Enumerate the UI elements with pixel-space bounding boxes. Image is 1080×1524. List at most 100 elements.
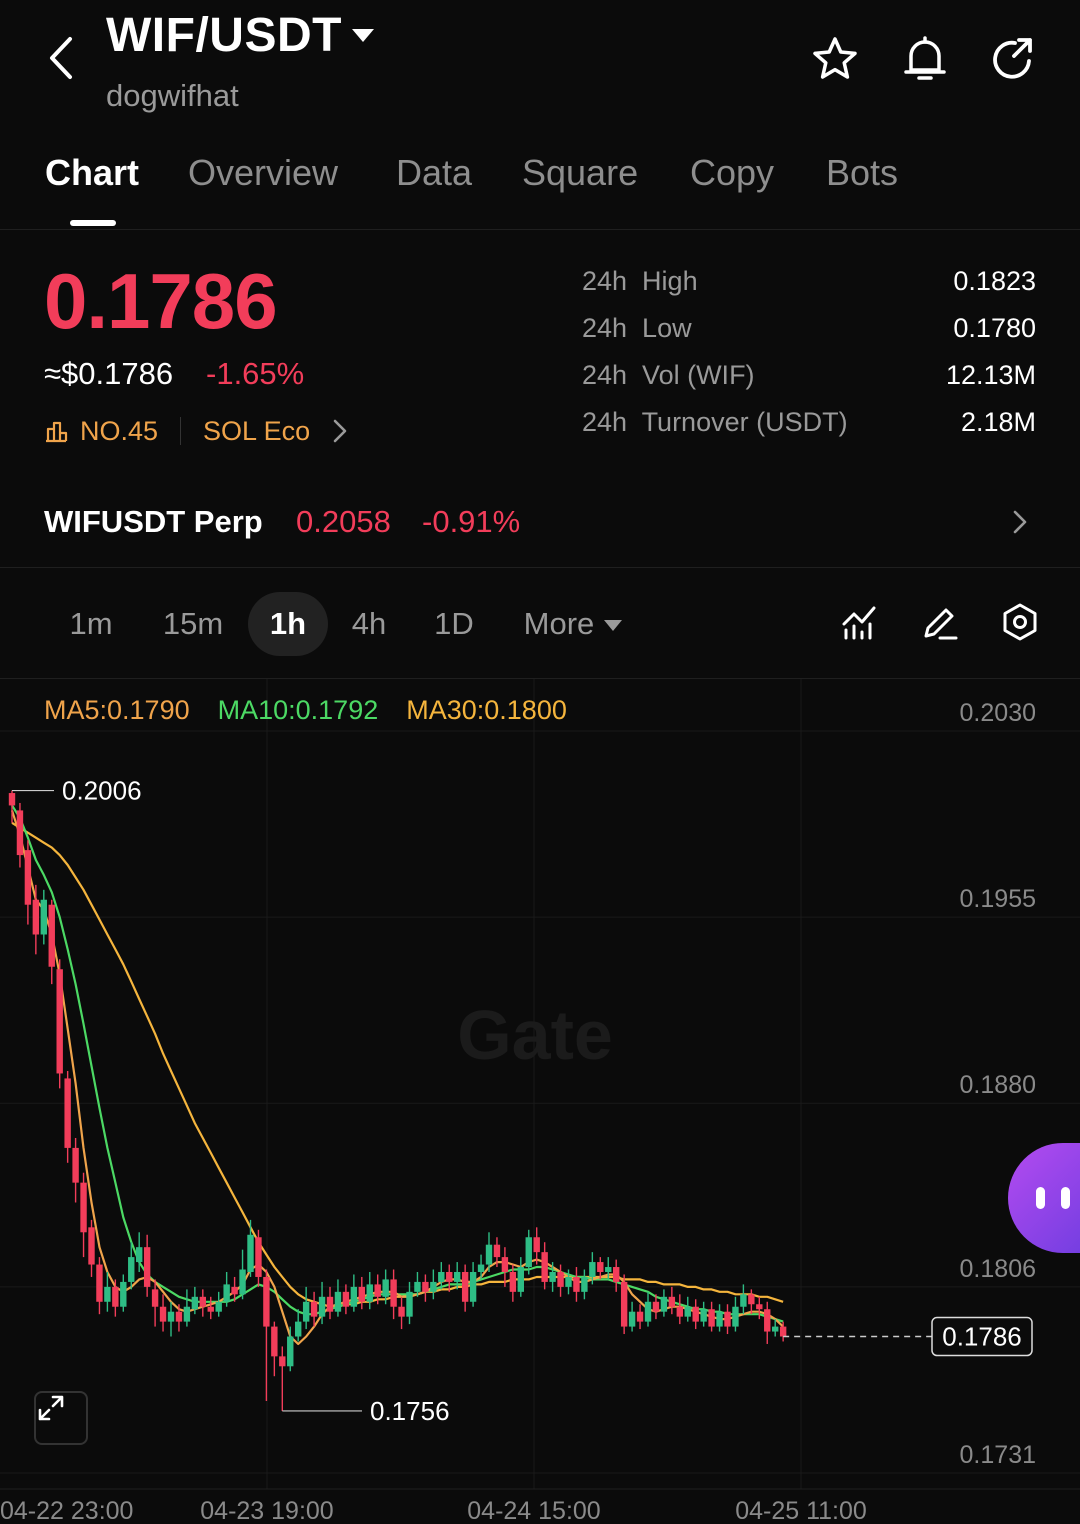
share-button[interactable] [988,34,1038,84]
perp-price: 0.2058 [296,504,391,539]
candle-down [620,1281,628,1327]
candle-down [80,1182,87,1233]
candle-up [485,1244,493,1265]
candle-down [676,1306,683,1317]
bar-chart-rank-icon [46,421,68,443]
candle-up [191,1296,199,1310]
candle-down [374,1284,381,1297]
candle-up [644,1301,652,1322]
candle-down [501,1257,509,1272]
stat-label: 24h Turnover (USDT) [582,407,848,437]
indicators-button[interactable] [838,600,882,644]
interval-more-dropdown[interactable]: More [510,592,636,656]
interval-1m[interactable]: 1m [52,592,130,656]
candle-up [525,1237,532,1268]
ma-legend: MA5:0.1790 MA10:0.1792 MA30:0.1800 [44,695,567,726]
candle-down [32,899,40,935]
candle-down [541,1252,548,1282]
candle-up [740,1294,747,1307]
candlestick-chart[interactable]: Gate 0.2006 0.1756 0.1786 0.2030 0.1955 0.18… [0,679,1080,1524]
market-cap-rank[interactable]: NO.45 [80,416,158,447]
candle-up [128,1257,135,1282]
y-tick-label: 0.1955 [960,885,1036,913]
interval-1h[interactable]: 1h [248,592,328,656]
candle-down [461,1271,469,1302]
x-tick-label: 04-23 19:00 [200,1497,333,1524]
candle-down [613,1267,620,1282]
candle-down [446,1271,453,1282]
low-marker-label: 0.1756 [370,1396,450,1426]
candle-up [334,1291,342,1312]
perp-link-row[interactable]: WIFUSDT Perp 0.2058 -0.91% [0,488,1080,568]
candle-up [700,1309,707,1322]
interval-15m[interactable]: 15m [150,592,236,656]
header: WIF/USDT dogwifhat [0,0,1080,130]
candle-up [40,899,47,935]
tab-copy[interactable]: Copy [690,152,774,194]
kline-chart[interactable]: Gate 0.2006 0.1756 0.1786 0.2030 0.1955 0.18… [0,678,1080,1524]
candle-down [64,1078,71,1148]
moving-average-lines [10,804,784,1346]
tab-bots[interactable]: Bots [826,152,898,194]
y-tick-label: 0.2030 [960,699,1036,727]
ma5-value: MA5:0.1790 [44,695,190,725]
candle-up [136,1247,143,1263]
candle-up [469,1271,477,1302]
candle-down [342,1291,350,1307]
candle-down [72,1147,79,1183]
stat-label: 24h Low [582,313,692,343]
candle-down [748,1294,755,1305]
candle-up [684,1306,691,1317]
interval-4h[interactable]: 4h [336,592,402,656]
chevron-right-icon[interactable] [330,418,350,444]
tab-chart[interactable]: Chart [45,152,139,194]
candle-up [772,1326,779,1332]
ma10-line [11,804,784,1323]
candle-up [732,1306,739,1327]
assistant-eye-icon [1036,1187,1045,1209]
candle-up [215,1301,222,1312]
candle-down [358,1286,365,1302]
candle-up [581,1276,588,1292]
x-tick-label: 04-24 15:00 [467,1497,600,1524]
x-tick-label: 04-22 23:00 [0,1497,133,1524]
divider [180,417,182,445]
ecosystem-tag[interactable]: SOL Eco [203,416,310,447]
x-axis-labels: 04-22 23:00 04-23 19:00 04-24 15:00 04-25 1… [0,1488,1080,1524]
tab-overview[interactable]: Overview [188,152,338,194]
candle-up [438,1271,445,1282]
favorite-button[interactable] [810,34,860,84]
candle-down [724,1311,731,1327]
candle-down [96,1264,103,1302]
tab-square[interactable]: Square [522,152,638,194]
candle-down [48,904,55,967]
chart-settings-button[interactable] [998,600,1042,644]
candle-up [454,1271,461,1282]
fullscreen-button[interactable] [34,1391,88,1445]
candle-up [295,1321,302,1337]
candle-down [151,1289,159,1307]
candle-down [652,1301,660,1312]
candle-up [318,1296,326,1317]
candle-down [143,1247,151,1287]
stat-label: 24h High [582,266,698,296]
draw-tool-button[interactable] [918,600,962,644]
tab-data[interactable]: Data [396,152,472,194]
stat-value: 2.18M [960,407,1036,437]
active-tab-indicator [70,220,116,226]
expand-icon [38,1395,64,1421]
y-tick-label: 0.1806 [960,1255,1036,1283]
candle-down [56,969,63,1074]
interval-1d[interactable]: 1D [420,592,488,656]
ma10-value: MA10:0.1792 [217,695,379,725]
bell-icon [904,36,946,80]
candle-down [207,1306,214,1312]
back-button[interactable] [38,30,82,86]
pair-selector[interactable]: WIF/USDT [106,8,374,63]
x-tick-label: 04-25 11:00 [735,1497,867,1524]
share-icon [993,38,1032,79]
candle-up [628,1311,636,1327]
candle-down [708,1309,715,1327]
price-alert-button[interactable] [900,34,950,84]
chart-grid [0,679,1080,1489]
